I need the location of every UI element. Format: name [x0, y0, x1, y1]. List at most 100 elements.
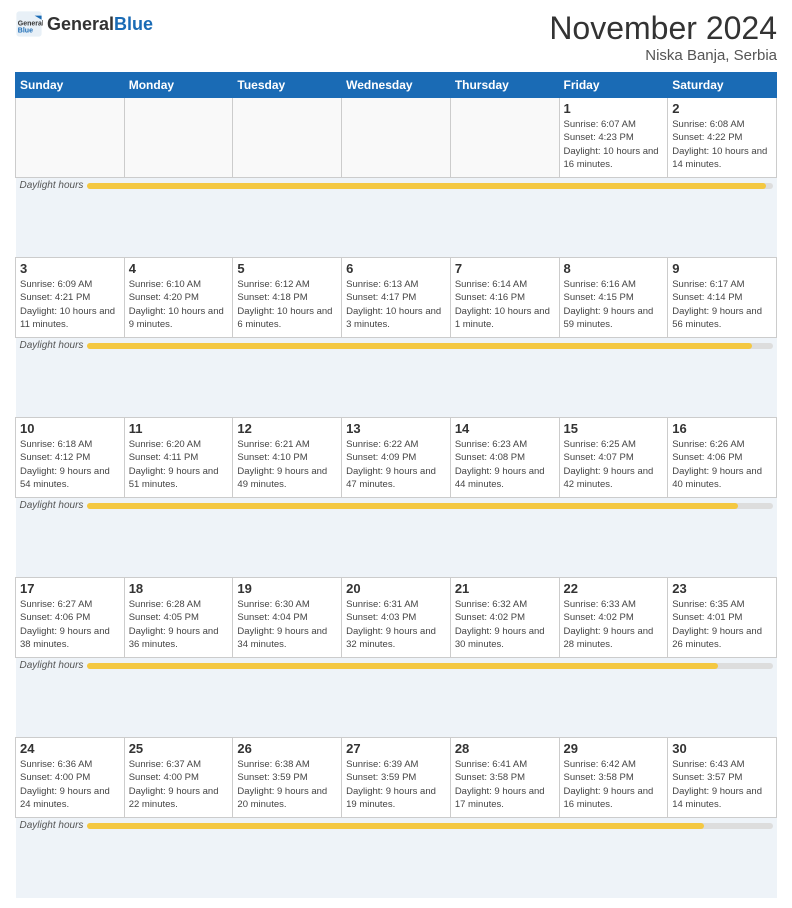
table-row: 26Sunrise: 6:38 AM Sunset: 3:59 PM Dayli…: [233, 738, 342, 818]
day-info: Sunrise: 6:17 AM Sunset: 4:14 PM Dayligh…: [672, 278, 772, 331]
day-info: Sunrise: 6:13 AM Sunset: 4:17 PM Dayligh…: [346, 278, 446, 331]
table-row: 4Sunrise: 6:10 AM Sunset: 4:20 PM Daylig…: [124, 258, 233, 338]
col-sunday: Sunday: [16, 73, 125, 98]
calendar-week-row: 17 Sunrise: 6:27 AM Sunset: 4:06 PM Dayli…: [16, 578, 777, 658]
day-number: 11: [129, 421, 229, 436]
calendar-week-row: 10Sunrise: 6:18 AM Sunset: 4:12 PM Dayli…: [16, 418, 777, 498]
table-row: 22 Sunrise: 6:33 AM Sunset: 4:02 PM Dayli…: [559, 578, 668, 658]
table-row: 11 Sunrise: 6:20 AM Sunset: 4:11 PM Dayli…: [124, 418, 233, 498]
col-thursday: Thursday: [450, 73, 559, 98]
table-row: 28Sunrise: 6:41 AM Sunset: 3:58 PM Dayli…: [450, 738, 559, 818]
day-info: Sunrise: 6:16 AM Sunset: 4:15 PM Dayligh…: [564, 278, 664, 331]
day-info: Sunrise: 6:20 AM Sunset: 4:11 PM Dayligh…: [129, 438, 229, 491]
table-row: 2 Sunrise: 6:08 AM Sunset: 4:22 PM Daylig…: [668, 98, 777, 178]
daylight-bar-track: [87, 823, 772, 829]
day-number: 27: [346, 741, 446, 756]
table-row: 5 Sunrise: 6:12 AM Sunset: 4:18 PM Daylig…: [233, 258, 342, 338]
table-row: 19Sunrise: 6:30 AM Sunset: 4:04 PM Dayli…: [233, 578, 342, 658]
day-number: 4: [129, 261, 229, 276]
col-monday: Monday: [124, 73, 233, 98]
day-info: Sunrise: 6:08 AM Sunset: 4:22 PM Dayligh…: [672, 118, 772, 171]
daylight-bar-track: [87, 663, 772, 669]
day-number: 1: [564, 101, 664, 116]
table-row: 14Sunrise: 6:23 AM Sunset: 4:08 PM Dayli…: [450, 418, 559, 498]
day-number: 2: [672, 101, 772, 116]
day-info: Sunrise: 6:36 AM Sunset: 4:00 PM Dayligh…: [20, 758, 120, 811]
day-number: 5: [237, 261, 337, 276]
calendar-week-row: 24 Sunrise: 6:36 AM Sunset: 4:00 PM Dayli…: [16, 738, 777, 818]
daylight-bar-fill: [87, 343, 752, 349]
day-info: Sunrise: 6:12 AM Sunset: 4:18 PM Dayligh…: [237, 278, 337, 331]
svg-text:General: General: [18, 20, 43, 27]
daylight-bar-cell: Daylight hours: [16, 818, 777, 898]
table-row: 13Sunrise: 6:22 AM Sunset: 4:09 PM Dayli…: [342, 418, 451, 498]
table-row: 8 Sunrise: 6:16 AM Sunset: 4:15 PM Daylig…: [559, 258, 668, 338]
day-info: Sunrise: 6:09 AM Sunset: 4:21 PM Dayligh…: [20, 278, 120, 331]
day-number: 9: [672, 261, 772, 276]
day-info: Sunrise: 6:42 AM Sunset: 3:58 PM Dayligh…: [564, 758, 664, 811]
table-row: [233, 98, 342, 178]
daylight-label: Daylight hours: [20, 340, 84, 351]
day-info: Sunrise: 6:30 AM Sunset: 4:04 PM Dayligh…: [237, 598, 337, 651]
day-number: 25: [129, 741, 229, 756]
day-info: Sunrise: 6:33 AM Sunset: 4:02 PM Dayligh…: [564, 598, 664, 651]
table-row: 7Sunrise: 6:14 AM Sunset: 4:16 PM Daylig…: [450, 258, 559, 338]
table-row: 27 Sunrise: 6:39 AM Sunset: 3:59 PM Dayli…: [342, 738, 451, 818]
daylight-label: Daylight hours: [20, 660, 84, 671]
daylight-bar-cell: Daylight hours: [16, 338, 777, 418]
day-number: 23: [672, 581, 772, 596]
daylight-bar-cell: Daylight hours: [16, 658, 777, 738]
table-row: [342, 98, 451, 178]
table-row: 29Sunrise: 6:42 AM Sunset: 3:58 PM Dayli…: [559, 738, 668, 818]
day-info: Sunrise: 6:41 AM Sunset: 3:58 PM Dayligh…: [455, 758, 555, 811]
main-container: General Blue GeneralBlue November 2024 N…: [0, 0, 792, 908]
subtitle: Niska Banja, Serbia: [549, 47, 777, 64]
calendar-week-row: 1 Sunrise: 6:07 AM Sunset: 4:23 PM Daylig…: [16, 98, 777, 178]
daylight-bar-fill: [87, 823, 704, 829]
day-number: 8: [564, 261, 664, 276]
daylight-bar-fill: [87, 183, 765, 189]
day-number: 20: [346, 581, 446, 596]
daylight-bar-track: [87, 343, 772, 349]
table-row: 16Sunrise: 6:26 AM Sunset: 4:06 PM Dayli…: [668, 418, 777, 498]
day-info: Sunrise: 6:25 AM Sunset: 4:07 PM Dayligh…: [564, 438, 664, 491]
day-number: 24: [20, 741, 120, 756]
logo-blue: Blue: [114, 14, 153, 34]
day-info: Sunrise: 6:26 AM Sunset: 4:06 PM Dayligh…: [672, 438, 772, 491]
table-row: [450, 98, 559, 178]
daylight-label: Daylight hours: [20, 500, 84, 511]
table-row: 9 Sunrise: 6:17 AM Sunset: 4:14 PM Daylig…: [668, 258, 777, 338]
day-info: Sunrise: 6:37 AM Sunset: 4:00 PM Dayligh…: [129, 758, 229, 811]
table-row: 21Sunrise: 6:32 AM Sunset: 4:02 PM Dayli…: [450, 578, 559, 658]
table-row: [16, 98, 125, 178]
day-info: Sunrise: 6:39 AM Sunset: 3:59 PM Dayligh…: [346, 758, 446, 811]
calendar-table: Sunday Monday Tuesday Wednesday Thursday…: [15, 72, 777, 898]
day-number: 21: [455, 581, 555, 596]
day-info: Sunrise: 6:18 AM Sunset: 4:12 PM Dayligh…: [20, 438, 120, 491]
col-saturday: Saturday: [668, 73, 777, 98]
day-number: 26: [237, 741, 337, 756]
svg-text:Blue: Blue: [18, 27, 33, 34]
daylight-label: Daylight hours: [20, 180, 84, 191]
day-info: Sunrise: 6:07 AM Sunset: 4:23 PM Dayligh…: [564, 118, 664, 171]
table-row: 10Sunrise: 6:18 AM Sunset: 4:12 PM Dayli…: [16, 418, 125, 498]
table-row: [124, 98, 233, 178]
table-row: 15Sunrise: 6:25 AM Sunset: 4:07 PM Dayli…: [559, 418, 668, 498]
day-number: 12: [237, 421, 337, 436]
table-row: 25 Sunrise: 6:37 AM Sunset: 4:00 PM Dayli…: [124, 738, 233, 818]
logo: General Blue GeneralBlue: [15, 10, 153, 38]
day-info: Sunrise: 6:31 AM Sunset: 4:03 PM Dayligh…: [346, 598, 446, 651]
day-number: 13: [346, 421, 446, 436]
daylight-bar-row: Daylight hours: [16, 818, 777, 898]
table-row: 17 Sunrise: 6:27 AM Sunset: 4:06 PM Dayli…: [16, 578, 125, 658]
daylight-bar-track: [87, 503, 772, 509]
table-row: 1 Sunrise: 6:07 AM Sunset: 4:23 PM Daylig…: [559, 98, 668, 178]
daylight-bar-fill: [87, 663, 717, 669]
logo-icon: General Blue: [15, 10, 43, 38]
day-number: 22: [564, 581, 664, 596]
day-number: 17: [20, 581, 120, 596]
title-block: November 2024 Niska Banja, Serbia: [549, 10, 777, 64]
logo-general: General: [47, 14, 114, 34]
day-info: Sunrise: 6:35 AM Sunset: 4:01 PM Dayligh…: [672, 598, 772, 651]
day-info: Sunrise: 6:27 AM Sunset: 4:06 PM Dayligh…: [20, 598, 120, 651]
